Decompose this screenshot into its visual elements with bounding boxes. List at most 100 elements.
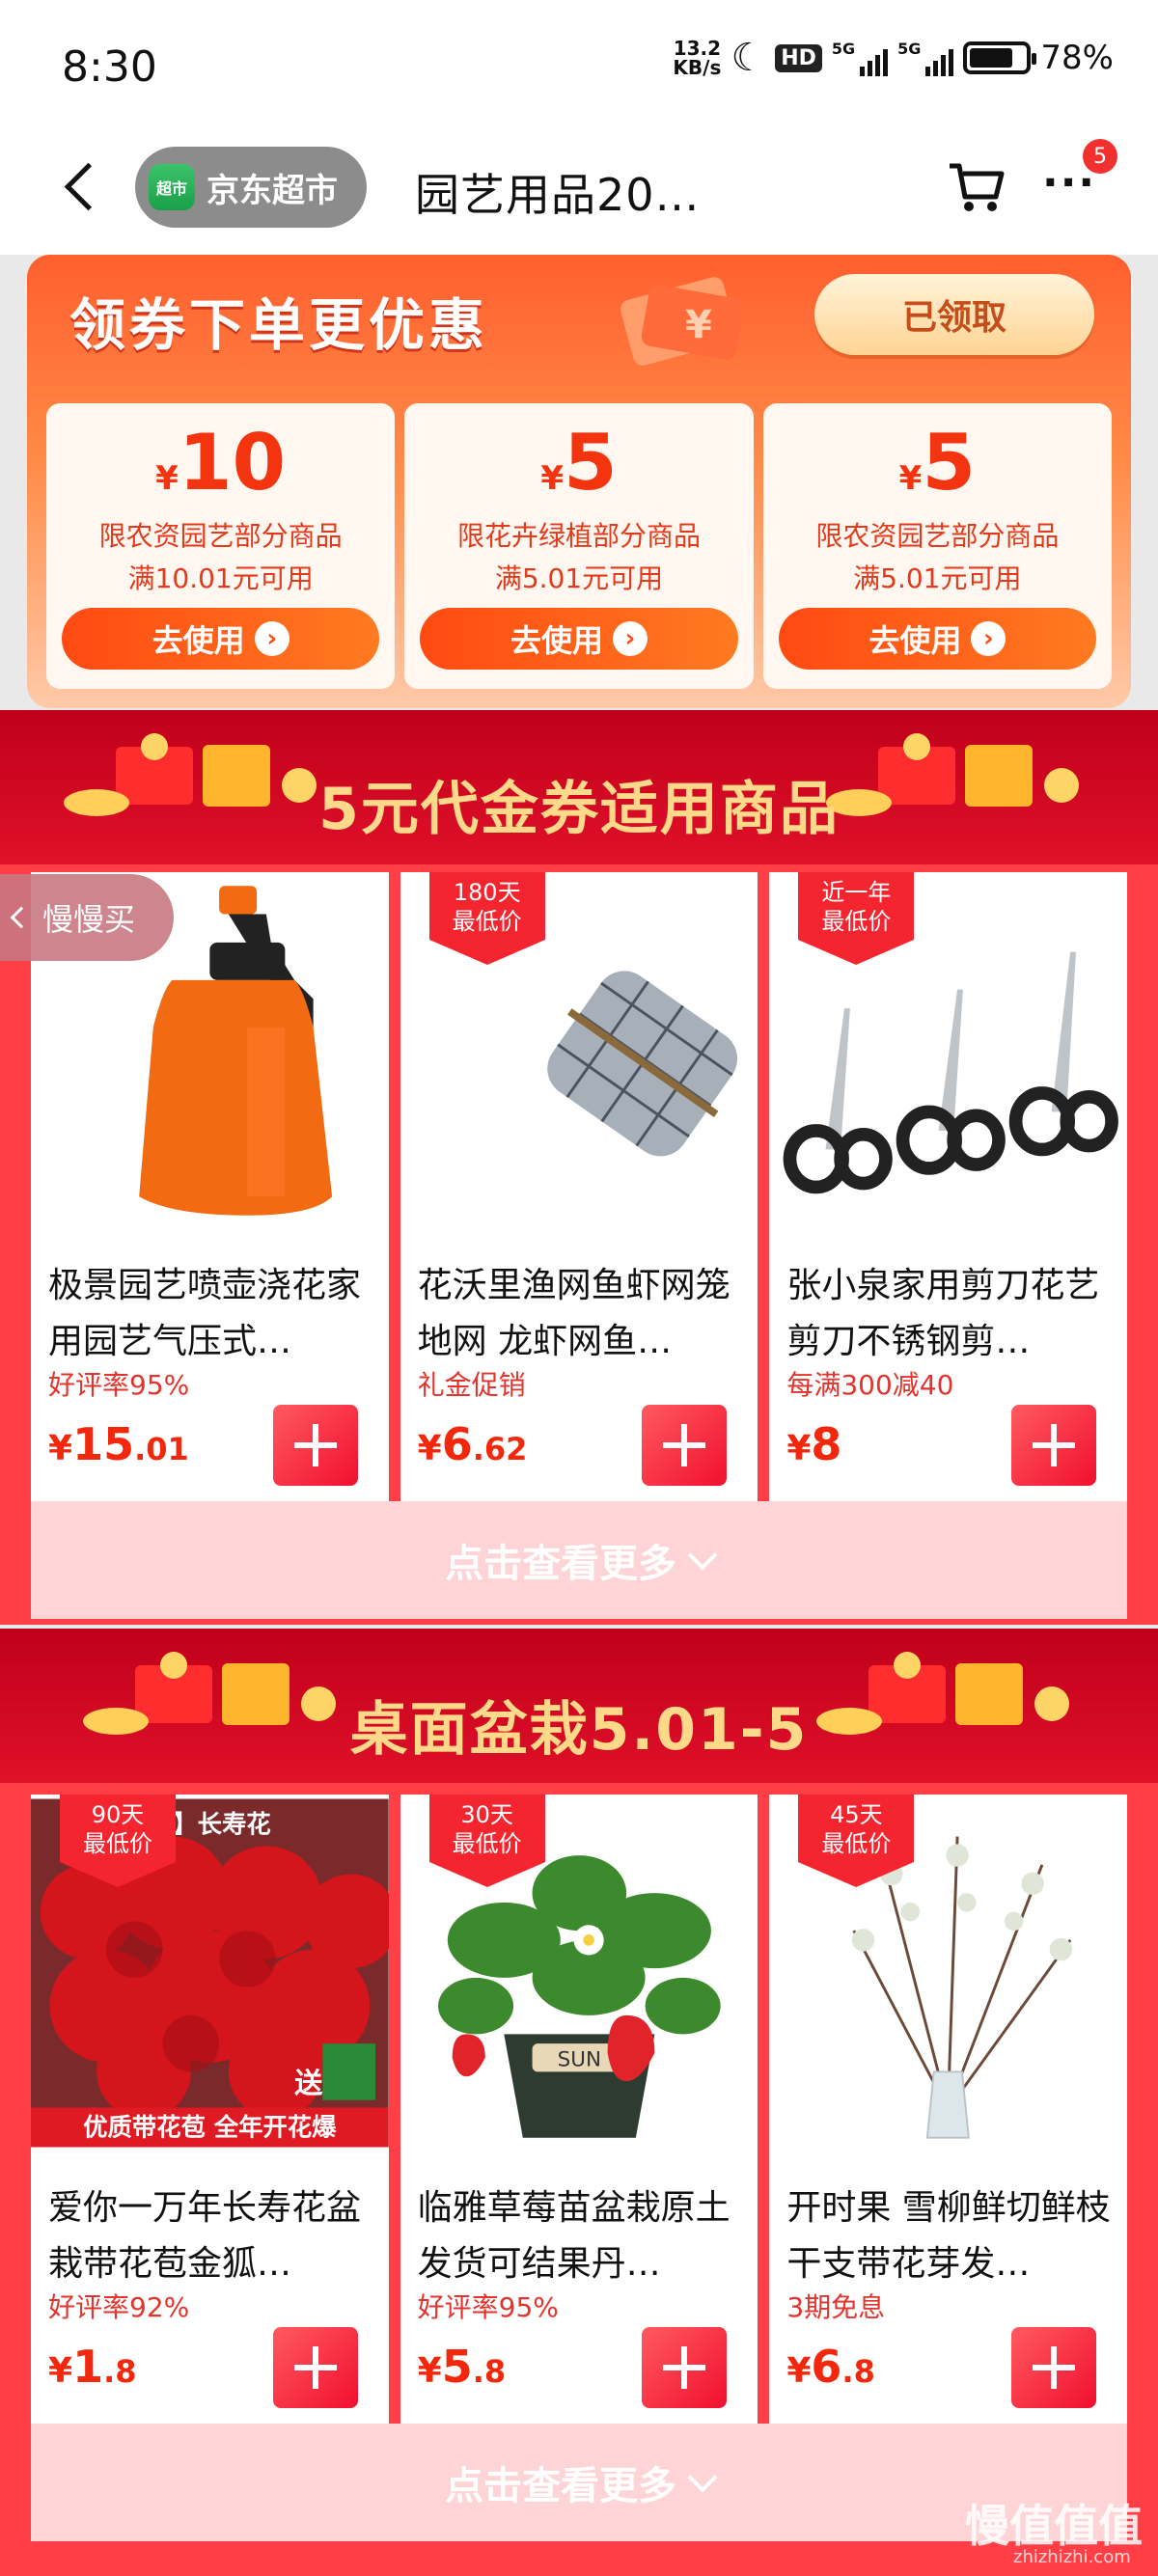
product-card[interactable]: 近一年 最低价 张小泉家用剪刀花艺剪刀不锈钢剪… 每满300减40 ¥8 <box>769 872 1128 1501</box>
product-card[interactable]: 红】长寿花 送 优质带花苞 全年开花爆 90天 最低价 爱你一万年长寿花盆栽带花… <box>31 1795 389 2424</box>
add-to-cart-button[interactable] <box>272 1405 358 1486</box>
coupon-amount: ¥10 <box>155 418 287 507</box>
product-name: 临雅草莓苗盆栽原土发货可结果丹… <box>417 2188 731 2284</box>
coupon-card[interactable]: ¥10 限农资园艺部分商品 满10.01元可用 去使用 › <box>46 403 396 689</box>
cart-icon[interactable] <box>946 156 1007 218</box>
tag-label: 最低价 <box>452 908 522 935</box>
claimed-button[interactable]: 已领取 <box>814 274 1094 355</box>
product-price: ¥1.8 <box>48 2341 137 2393</box>
section-title: 桌面盆栽5.01-5 <box>349 1696 809 1764</box>
lowest-price-tag: 180天 最低价 <box>428 872 545 965</box>
chevron-down-icon <box>687 2462 718 2493</box>
section-title: 5元代金券适用商品 <box>318 776 840 843</box>
product-name: 开时果 雪柳鲜切鲜枝干支带花芽发… <box>786 2188 1111 2284</box>
title-bar: 超市 京东超市 园艺用品20… ··· 5 <box>0 135 1158 255</box>
product-subtext: 礼金促销 <box>417 1369 526 1401</box>
product-price: ¥6.62 <box>417 1418 528 1470</box>
status-bar: 8:30 13.2 KB/s ☾ HD 5G 5G 78% <box>0 0 1158 135</box>
tag-period: 45天 <box>830 1801 883 1828</box>
product-subtext: 好评率95% <box>48 1369 190 1401</box>
store-pill[interactable]: 超市 京东超市 <box>135 147 367 228</box>
coupon-card[interactable]: ¥5 限农资园艺部分商品 满5.01元可用 去使用 › <box>762 403 1112 689</box>
product-card[interactable]: 180天 最低价 花沃里渔网鱼虾网笼地网 龙虾网鱼… 礼金促销 ¥6.62 <box>400 872 758 1501</box>
network-speed: 13.2 KB/s <box>673 39 721 77</box>
lowest-price-tag: 30天 最低价 <box>428 1795 545 1887</box>
coupon-amount: ¥5 <box>898 418 976 507</box>
chevron-right-icon: › <box>254 621 290 656</box>
tag-period: 90天 <box>91 1801 145 1828</box>
product-subtext: 好评率92% <box>48 2291 190 2323</box>
chevron-left-icon <box>10 906 33 929</box>
tag-label: 最低价 <box>83 1830 152 1857</box>
coupon-scope: 限农资园艺部分商品 <box>815 520 1060 552</box>
lowest-price-tag: 90天 最低价 <box>60 1795 176 1887</box>
product-row: 红】长寿花 送 优质带花苞 全年开花爆 90天 最低价 爱你一万年长寿花盆栽带花… <box>31 1795 1128 2424</box>
product-subtext: 3期免息 <box>786 2291 886 2323</box>
store-badge: 超市 <box>149 164 195 210</box>
watermark-text: 慢值值值 <box>965 2500 1143 2552</box>
lowest-price-tag: 45天 最低价 <box>798 1795 915 1887</box>
product-name: 张小泉家用剪刀花艺剪刀不锈钢剪… <box>786 1266 1100 1361</box>
more-icon[interactable]: ··· <box>1042 162 1096 205</box>
tag-label: 最低价 <box>821 1830 892 1857</box>
see-more-button[interactable]: 点击查看更多 <box>31 1501 1127 1619</box>
page-title: 园艺用品20… <box>415 169 701 221</box>
watermark-url: zhizhizhi.com <box>1013 2547 1131 2567</box>
network-speed-unit: KB/s <box>673 56 722 79</box>
coupon-list: ¥10 限农资园艺部分商品 满10.01元可用 去使用 › ¥5 限花卉绿植部分商… <box>46 403 1112 689</box>
coupon-amount: ¥5 <box>540 418 618 507</box>
see-more-label: 点击查看更多 <box>445 1542 676 1586</box>
signal-icon-2: 5G <box>897 40 954 76</box>
coupon-headline: 领券下单更优惠 <box>69 292 489 358</box>
product-name: 爱你一万年长寿花盆栽带花苞金狐… <box>48 2188 362 2284</box>
see-more-button[interactable]: 点击查看更多 <box>31 2424 1127 2541</box>
tag-period: 近一年 <box>821 879 892 906</box>
product-card[interactable]: 45天 最低价 开时果 雪柳鲜切鲜枝干支带花芽发… 3期免息 ¥6.8 <box>769 1795 1128 2424</box>
battery-percent: 78% <box>1040 39 1114 77</box>
image-text-gift: 送 <box>294 2067 323 2099</box>
add-to-cart-button[interactable] <box>642 2327 728 2408</box>
product-price: ¥15.01 <box>48 1418 189 1470</box>
hd-icon: HD <box>775 43 822 72</box>
use-coupon-button[interactable]: 去使用 › <box>62 608 380 670</box>
add-to-cart-button[interactable] <box>642 1405 728 1486</box>
status-icons: 13.2 KB/s ☾ HD 5G 5G 78% <box>673 39 1114 77</box>
use-coupon-button[interactable]: 去使用 › <box>420 608 738 670</box>
chevron-right-icon: › <box>971 621 1006 656</box>
coupon-scope: 限花卉绿植部分商品 <box>456 520 701 552</box>
product-name: 极景园艺喷壶浇花家用园艺气压式… <box>48 1266 362 1361</box>
coupon-card[interactable]: ¥5 限花卉绿植部分商品 满5.01元可用 去使用 › <box>404 403 754 689</box>
tag-label: 最低价 <box>821 908 892 935</box>
tag-period: 180天 <box>453 879 521 906</box>
add-to-cart-button[interactable] <box>1011 1405 1097 1486</box>
product-name: 花沃里渔网鱼虾网笼地网 龙虾网鱼… <box>417 1266 731 1361</box>
signal-label: 5G <box>831 40 856 58</box>
product-price: ¥5.8 <box>417 2341 507 2393</box>
product-row: 极景园艺喷壶浇花家用园艺气压式… 好评率95% ¥15.01 180天 最低价 … <box>31 872 1128 1501</box>
lowest-price-tag: 近一年 最低价 <box>798 872 915 965</box>
use-coupon-button[interactable]: 去使用 › <box>778 608 1096 670</box>
more-badge: 5 <box>1083 139 1117 174</box>
product-card[interactable]: 极景园艺喷壶浇花家用园艺气压式… 好评率95% ¥15.01 <box>31 872 389 1501</box>
product-subtext: 每满300减40 <box>786 1369 954 1401</box>
coupon-ticket-icon: ¥ <box>620 277 745 366</box>
product-price: ¥8 <box>786 1418 842 1470</box>
image-text-pot: SUN <box>557 2048 600 2072</box>
status-time: 8:30 <box>62 42 157 92</box>
product-price: ¥6.8 <box>786 2341 875 2393</box>
coupon-panel: 领券下单更优惠 ¥ 已领取 ¥10 限农资园艺部分商品 满10.01元可用 去使… <box>27 255 1131 708</box>
product-subtext: 好评率95% <box>417 2291 559 2323</box>
image-caption: 优质带花苞 全年开花爆 <box>83 2113 337 2142</box>
store-name: 京东超市 <box>207 171 338 210</box>
network-speed-value: 13.2 <box>673 37 722 60</box>
add-to-cart-button[interactable] <box>1011 2327 1097 2408</box>
battery-icon <box>963 41 1037 74</box>
product-card[interactable]: SUN 30天 最低价 临雅草莓苗盆栽原土发货可结果丹… 好评率95% ¥5.8 <box>400 1795 758 2424</box>
chevron-right-icon: › <box>613 621 648 656</box>
back-arrow-icon[interactable] <box>54 158 112 216</box>
add-to-cart-button[interactable] <box>272 2327 358 2408</box>
moon-icon: ☾ <box>731 36 766 80</box>
tag-label: 最低价 <box>452 1830 522 1857</box>
slow-buy-tab[interactable]: 慢慢买 <box>0 874 174 961</box>
see-more-label: 点击查看更多 <box>445 2464 676 2508</box>
